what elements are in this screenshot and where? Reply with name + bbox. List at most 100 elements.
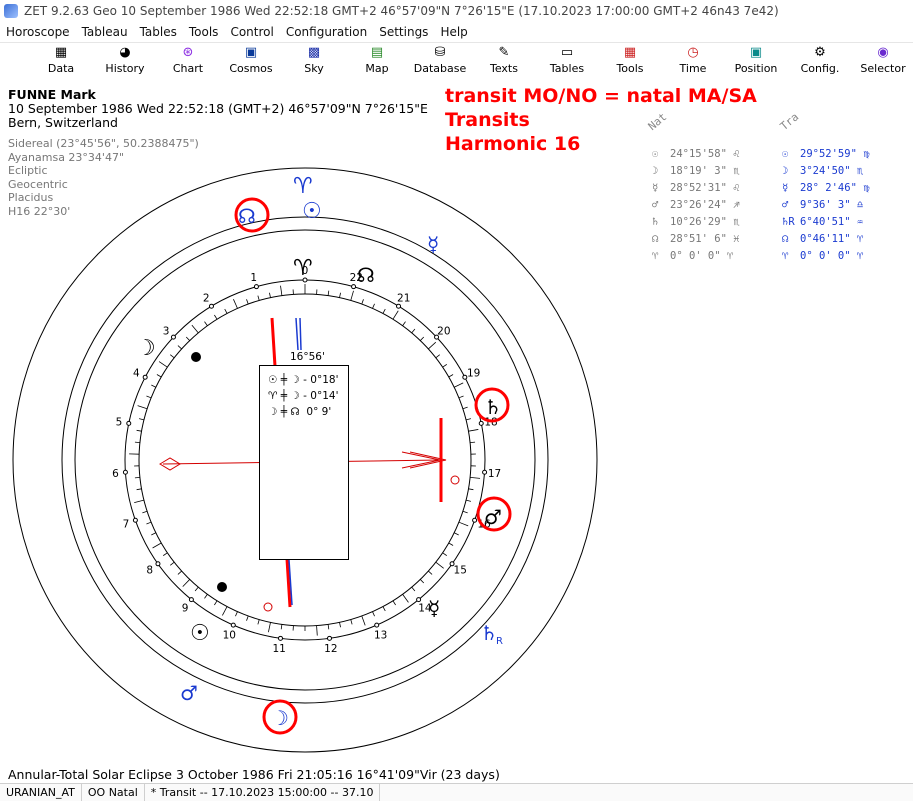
dial-tick <box>373 612 375 617</box>
dial-number: 7 <box>123 519 130 531</box>
dial-tick <box>340 293 341 298</box>
dial-marker <box>133 518 137 522</box>
aspect-row: ♈ ╪ ☽ - 0°14' <box>268 390 338 402</box>
status-mode[interactable]: URANIAN_AT <box>0 784 82 801</box>
dial-tick <box>159 362 167 368</box>
dial-marker <box>479 421 483 425</box>
dial-tick <box>134 500 144 502</box>
dial-tick <box>412 587 415 591</box>
dial-marker <box>254 285 258 289</box>
dial-tick <box>470 442 475 443</box>
dial-marker <box>123 470 127 474</box>
dial-number: 17 <box>488 468 501 480</box>
aries-natal-icon: ♈ <box>293 256 313 281</box>
dial-marker <box>231 623 235 627</box>
dial-tick <box>393 311 398 319</box>
dial-tick <box>463 407 468 409</box>
dial-tick <box>268 622 270 632</box>
dial-tick <box>449 375 453 378</box>
dial-tick <box>281 624 282 629</box>
mars-natal-icon: ♂ <box>484 505 502 529</box>
saturn-position-dot <box>264 603 272 611</box>
dial-tick <box>269 293 270 298</box>
dial-marker <box>450 562 454 566</box>
dial-number: 5 <box>116 416 123 428</box>
dial-tick <box>204 322 207 326</box>
dial-tick <box>449 543 453 546</box>
dial-marker <box>143 375 147 379</box>
dial-number: 8 <box>146 565 153 577</box>
dial-tick <box>351 620 352 625</box>
transit-line <box>296 318 298 350</box>
harmonic-chart[interactable]: 012345678910111213141516171819202122 ♈ ☊… <box>0 0 913 800</box>
dial-tick <box>466 500 471 501</box>
dial-tick <box>436 562 444 568</box>
dial-number: 2 <box>203 293 210 305</box>
dial-tick <box>443 364 447 367</box>
dial-tick <box>225 309 227 313</box>
dial-tick <box>281 286 282 296</box>
dial-tick <box>383 607 385 611</box>
dial-tick <box>454 533 458 535</box>
dial-marker <box>209 304 213 308</box>
dial-tick <box>428 571 432 574</box>
dial-tick <box>443 553 447 556</box>
dial-marker <box>328 636 332 640</box>
mercury-transit-icon: ☿ <box>427 232 439 256</box>
dial-tick <box>153 543 162 548</box>
dial-marker <box>189 598 193 602</box>
dial-marker <box>417 598 421 602</box>
dial-tick <box>362 299 364 304</box>
dial-tick <box>459 396 464 398</box>
dial-tick <box>454 383 463 387</box>
dial-marker <box>483 470 487 474</box>
dial-tick <box>214 601 217 605</box>
dial-tick <box>420 579 423 583</box>
mars-transit-icon: ♂ <box>180 681 198 705</box>
dial-tick <box>192 325 198 333</box>
dial-marker <box>352 285 356 289</box>
dial-tick <box>222 607 227 616</box>
dial-number: 12 <box>324 643 337 655</box>
dial-tick <box>459 522 468 526</box>
retrograde-marker: R <box>496 636 503 647</box>
dial-tick <box>328 624 329 629</box>
dial-tick <box>178 571 182 574</box>
dial-tick <box>328 291 329 296</box>
dial-tick <box>468 429 478 431</box>
dial-tick <box>151 533 155 535</box>
dial-tick <box>403 322 406 326</box>
dial-marker <box>278 636 282 640</box>
dial-number: 1 <box>250 272 257 284</box>
dial-tick <box>170 562 174 565</box>
mercury-natal-icon: ☿ <box>428 596 440 620</box>
saturn-natal-icon: ♄ <box>484 395 502 419</box>
dial-tick <box>195 587 198 591</box>
dial-number: 4 <box>133 368 140 380</box>
dial-number: 11 <box>272 643 285 655</box>
dial-tick <box>412 329 415 333</box>
status-natal[interactable]: OO Natal <box>82 784 145 801</box>
dial-tick <box>146 396 151 398</box>
dial-number: 6 <box>112 468 119 480</box>
dial-tick <box>470 477 480 478</box>
dial-tick <box>436 355 440 358</box>
dial-tick <box>139 419 144 420</box>
dial-tick <box>157 375 161 378</box>
dial-tick <box>373 304 375 309</box>
sun-transit-icon: ☉ <box>302 199 322 224</box>
dial-tick <box>403 594 409 602</box>
dial-tick <box>383 309 385 313</box>
dial-tick <box>183 579 190 586</box>
dial-tick <box>351 291 354 301</box>
dial-tick <box>138 406 148 409</box>
dial-tick <box>137 430 142 431</box>
dial-tick <box>142 511 147 513</box>
dial-tick <box>214 315 217 319</box>
dial-marker <box>473 518 477 522</box>
status-transit[interactable]: * Transit -- 17.10.2023 15:00:00 -- 37.1… <box>145 784 381 801</box>
dial-tick <box>151 385 155 387</box>
dial-tick <box>258 620 259 625</box>
aries-transit-icon: ♈ <box>293 174 313 199</box>
dial-tick <box>204 594 207 598</box>
